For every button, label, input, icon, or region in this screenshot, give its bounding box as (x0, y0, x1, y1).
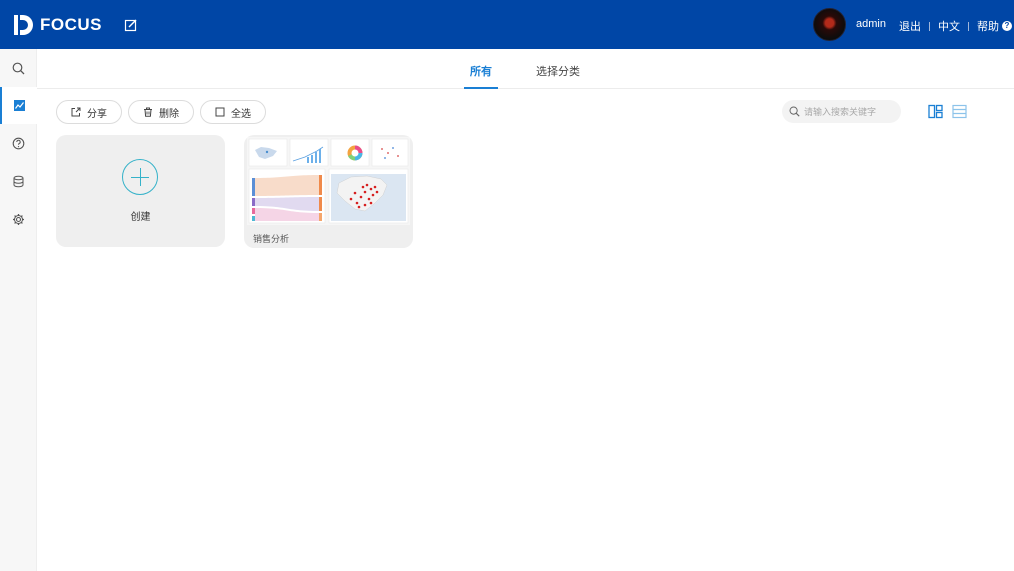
tab-select-category[interactable]: 选择分类 (536, 63, 580, 89)
card-view-icon[interactable] (928, 104, 943, 119)
help-link[interactable]: 帮助 (977, 18, 999, 34)
category-tabs: 所有 选择分类 (37, 49, 1014, 89)
dashboard-card[interactable]: 销售分析 (244, 135, 413, 248)
help-icon[interactable]: ? (1002, 21, 1012, 31)
sidebar-item-data[interactable] (0, 163, 37, 200)
share-label: 分享 (87, 108, 107, 120)
list-view-icon[interactable] (952, 104, 967, 119)
nav-divider (968, 21, 969, 31)
nav-divider (929, 21, 930, 31)
select-all-button[interactable]: 全选 (200, 100, 266, 124)
dashboard-icon (14, 100, 25, 111)
logout-link[interactable]: 退出 (899, 18, 921, 34)
delete-label: 删除 (159, 108, 179, 120)
focus-logo-icon (14, 15, 33, 35)
user-avatar[interactable] (813, 8, 846, 41)
search-icon (789, 106, 800, 117)
top-nav: 退出 中文 帮助 ? (899, 18, 1012, 34)
share-button[interactable]: 分享 (56, 100, 122, 124)
search-icon (12, 62, 25, 75)
sidebar-item-settings[interactable] (0, 201, 37, 238)
top-bar: FOCUS admin 退出 中文 帮助 ? (0, 0, 1014, 49)
tab-all[interactable]: 所有 (464, 63, 498, 89)
checkbox-icon (215, 107, 225, 117)
gear-icon (13, 214, 24, 225)
dashboard-name: 销售分析 (253, 234, 290, 244)
sidebar-item-dashboard[interactable] (0, 87, 37, 124)
sidebar (0, 49, 37, 571)
sidebar-item-help[interactable] (0, 125, 37, 162)
edit-icon[interactable] (124, 18, 138, 32)
language-switch[interactable]: 中文 (938, 18, 960, 34)
share-icon (71, 107, 81, 117)
select-all-label: 全选 (231, 108, 251, 120)
delete-button[interactable]: 删除 (128, 100, 194, 124)
app-logo-text: FOCUS (40, 15, 102, 34)
dashboard-thumbnail (247, 137, 410, 225)
search-input[interactable] (804, 106, 900, 117)
trash-icon (144, 107, 152, 117)
search-box[interactable] (782, 100, 901, 123)
database-icon (13, 175, 24, 188)
help-circle-icon (12, 137, 25, 150)
app-logo[interactable]: FOCUS (12, 12, 102, 38)
plus-circle-icon (122, 159, 158, 195)
username-label[interactable]: admin (856, 18, 886, 30)
create-dashboard-card[interactable]: 创建 (56, 135, 225, 247)
create-label: 创建 (130, 212, 151, 223)
sidebar-item-search[interactable] (0, 50, 37, 87)
